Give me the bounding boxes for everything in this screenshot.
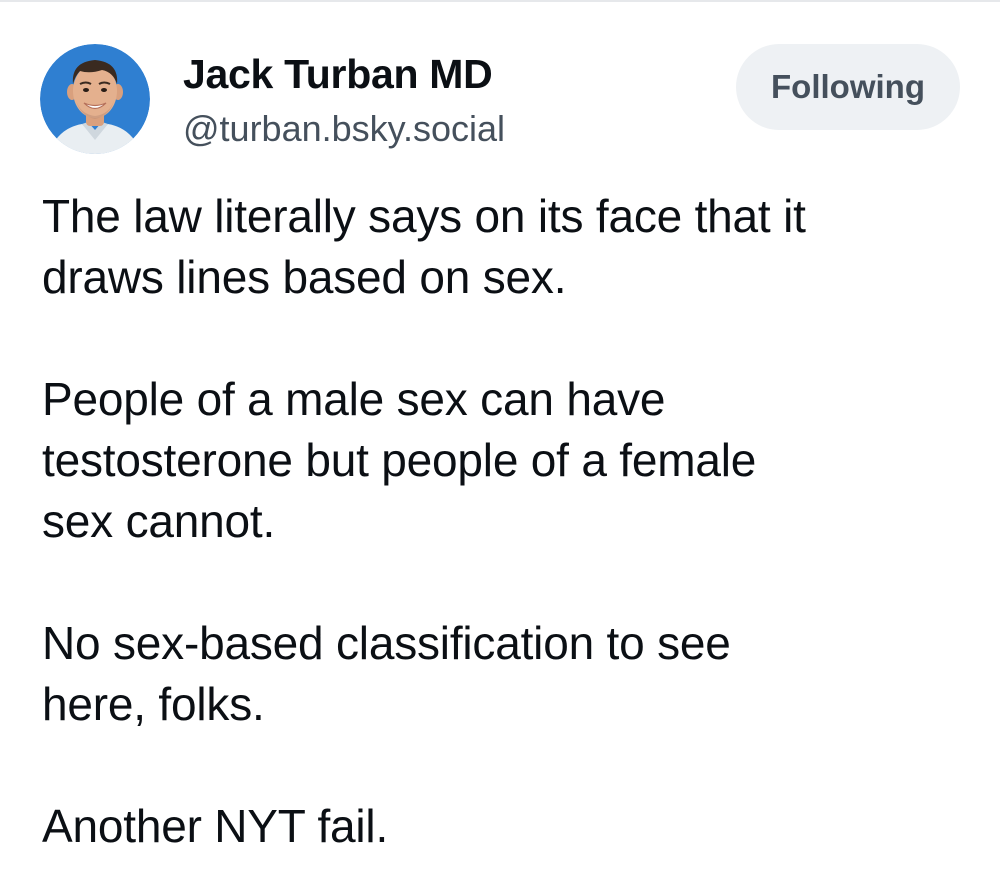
post-paragraph-3: No sex-based classification to see here,… [42, 617, 731, 730]
post-paragraph-4: Another NYT fail. [42, 800, 389, 852]
post-paragraph-2: People of a male sex can have testostero… [42, 373, 757, 547]
author-info: Jack Turban MD @turban.bsky.social [183, 50, 505, 150]
post-text: The law literally says on its face that … [42, 186, 982, 857]
author-display-name[interactable]: Jack Turban MD [183, 50, 505, 98]
author-handle[interactable]: @turban.bsky.social [183, 108, 505, 150]
avatar[interactable] [40, 44, 150, 154]
post-header: Jack Turban MD @turban.bsky.social Follo… [40, 44, 960, 156]
profile-photo-icon [40, 44, 150, 154]
post-paragraph-1: The law literally says on its face that … [42, 190, 806, 303]
top-divider [0, 0, 1000, 2]
following-button[interactable]: Following [736, 44, 960, 130]
